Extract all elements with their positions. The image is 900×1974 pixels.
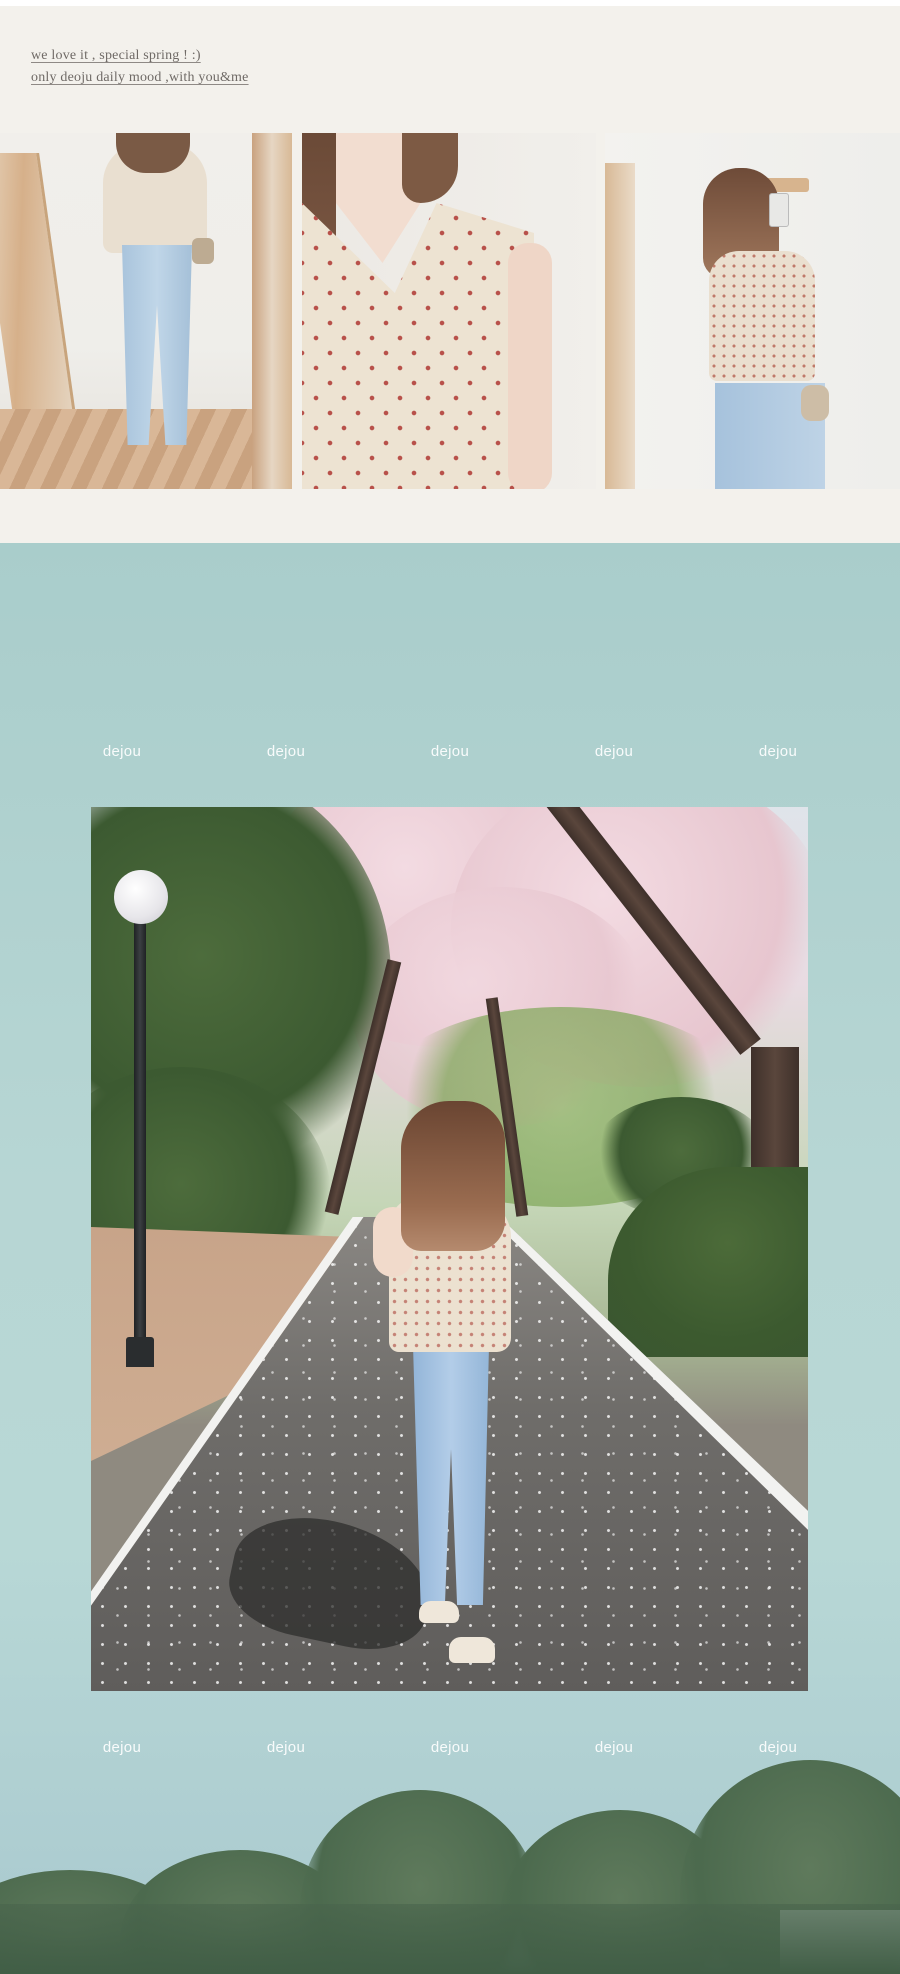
intro-section: we love it , special spring ! :) only de… bbox=[0, 0, 900, 543]
watermark-text: dejou bbox=[102, 1739, 142, 1756]
top-divider bbox=[0, 0, 900, 6]
treeline-base bbox=[0, 1904, 900, 1974]
handbag bbox=[192, 238, 214, 264]
watermark-text: dejou bbox=[594, 743, 634, 760]
heart-print-blouse bbox=[302, 203, 534, 489]
photo-treeline bbox=[0, 1760, 900, 1974]
mirror-frame-right bbox=[252, 133, 292, 489]
street-lamp-globe bbox=[114, 870, 168, 924]
watermark-text: dejou bbox=[758, 743, 798, 760]
photo-cherry-blossom-road bbox=[91, 807, 808, 1691]
watermark-text: dejou bbox=[430, 743, 470, 760]
tagline-line-2: only deoju daily mood ,with you&me bbox=[31, 70, 249, 85]
watermark-row-top: dejou dejou dejou dejou dejou bbox=[0, 743, 900, 763]
watermark-text: dejou bbox=[430, 1739, 470, 1756]
watermark-text: dejou bbox=[266, 743, 306, 760]
model-shoe bbox=[449, 1637, 495, 1663]
model-shoe bbox=[419, 1601, 459, 1623]
watermark-text: dejou bbox=[266, 1739, 306, 1756]
handbag bbox=[801, 385, 829, 421]
street-lamp-post bbox=[134, 917, 146, 1365]
watermark-text: dejou bbox=[594, 1739, 634, 1756]
photo-mirror-selfie bbox=[605, 133, 900, 489]
arm bbox=[508, 243, 552, 489]
photo-full-length-mirror bbox=[0, 133, 292, 489]
watermark-text: dejou bbox=[758, 1739, 798, 1756]
mirror-frame bbox=[605, 163, 635, 489]
phone bbox=[769, 193, 789, 227]
watermark-row-bottom: dejou dejou dejou dejou dejou bbox=[0, 1739, 900, 1759]
blouse bbox=[709, 251, 815, 381]
photo-blouse-closeup bbox=[302, 133, 596, 489]
street-lamp-base bbox=[126, 1337, 154, 1367]
watermark-text: dejou bbox=[102, 743, 142, 760]
hair-right bbox=[402, 133, 458, 203]
tagline-line-1: we love it , special spring ! :) bbox=[31, 48, 201, 63]
model-hair bbox=[401, 1101, 505, 1251]
